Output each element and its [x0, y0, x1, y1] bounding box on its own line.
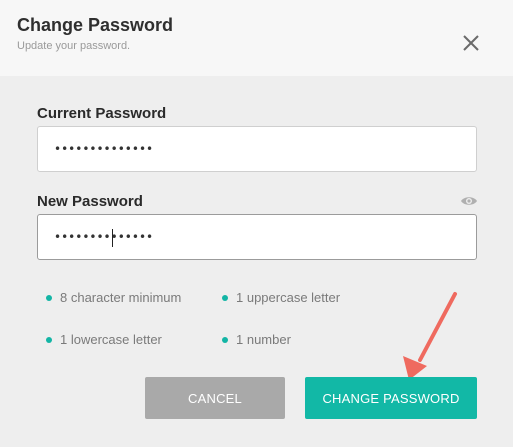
requirement-item: 1 uppercase letter — [222, 290, 340, 305]
requirement-item: 1 lowercase letter — [46, 332, 162, 347]
dialog-title: Change Password — [17, 15, 174, 35]
requirement-item: 1 number — [222, 332, 291, 347]
dot-icon — [222, 294, 228, 301]
requirement-item: 8 character minimum — [46, 290, 181, 305]
dialog-subtitle: Update your password. — [17, 40, 131, 52]
current-password-input[interactable] — [37, 126, 477, 172]
close-icon[interactable] — [460, 32, 482, 54]
dot-icon — [46, 336, 52, 343]
current-password-label: Current Password — [37, 105, 167, 122]
requirement-text: 1 lowercase letter — [60, 332, 162, 347]
cancel-button[interactable]: CANCEL — [145, 377, 285, 419]
requirement-text: 8 character minimum — [60, 290, 182, 305]
new-password-input[interactable] — [37, 214, 477, 260]
dialog-header: Change Password Update your password. — [0, 0, 513, 76]
change-password-button[interactable]: CHANGE PASSWORD — [305, 377, 477, 419]
requirement-text: 1 number — [236, 332, 291, 347]
requirement-text: 1 uppercase letter — [236, 290, 341, 305]
eye-icon[interactable] — [460, 194, 478, 208]
text-caret — [112, 229, 113, 247]
dot-icon — [46, 294, 52, 301]
arrow-icon — [403, 292, 457, 380]
dot-icon — [222, 336, 228, 343]
new-password-label: New Password — [37, 193, 143, 210]
